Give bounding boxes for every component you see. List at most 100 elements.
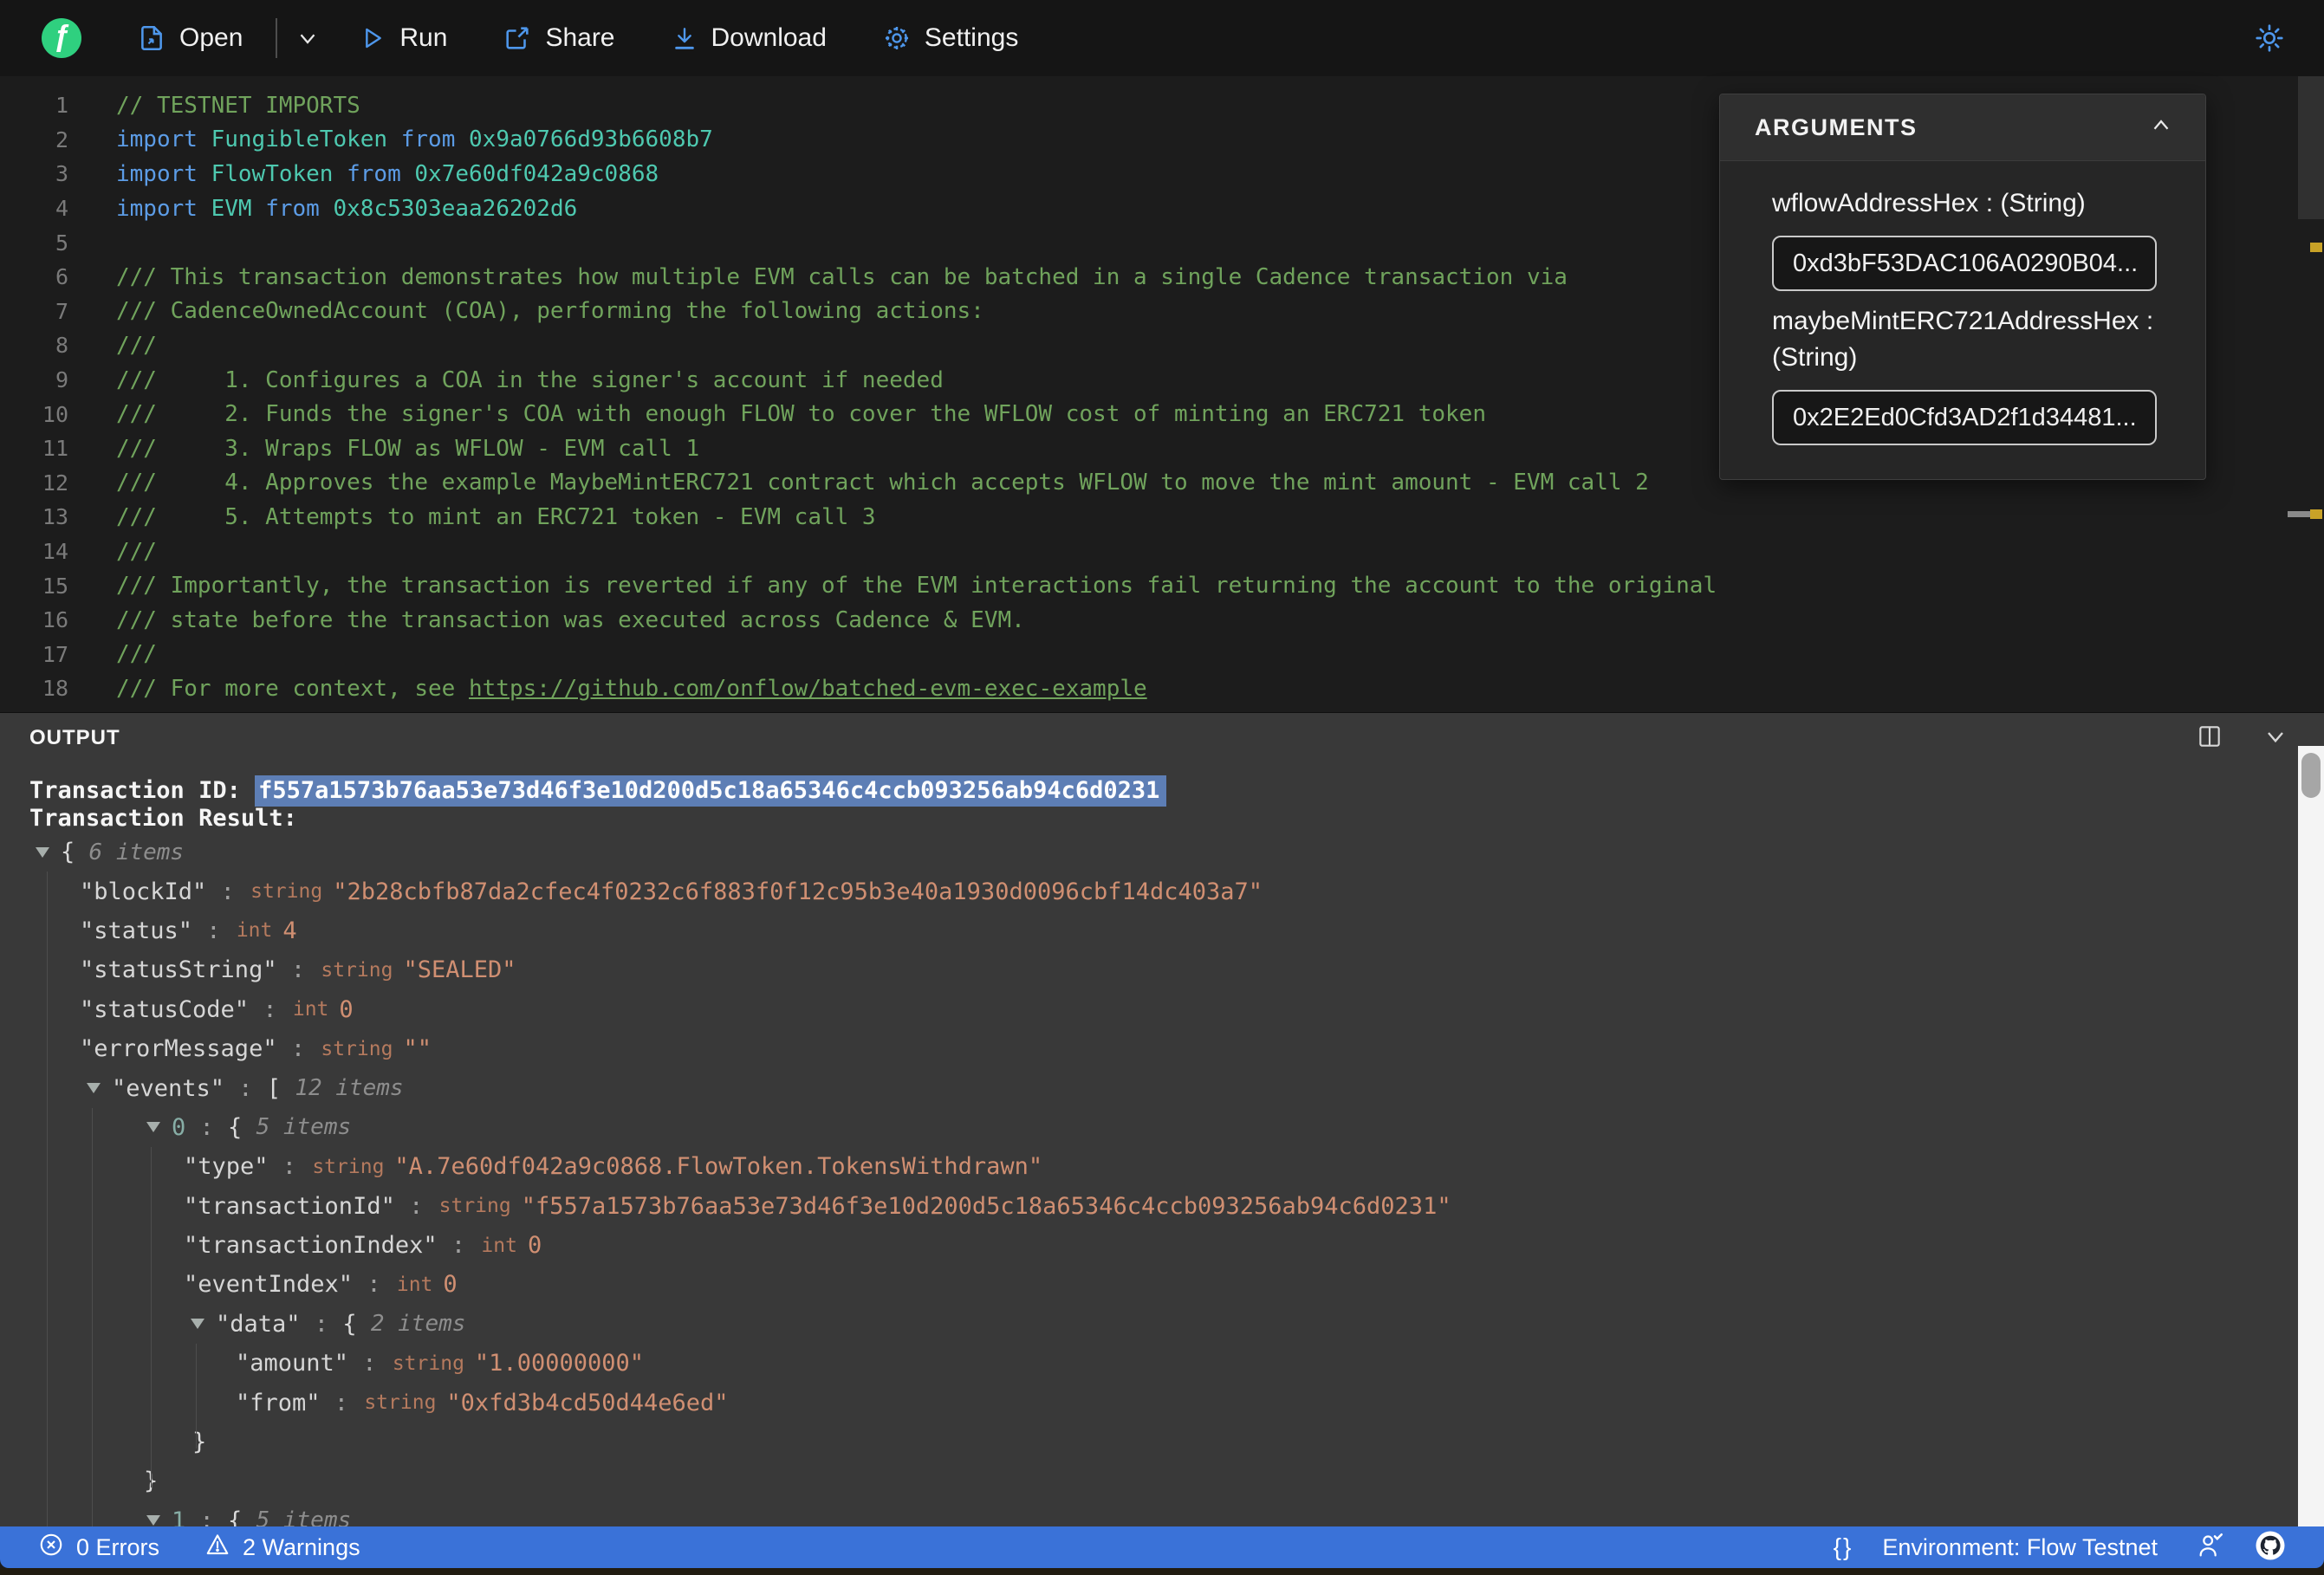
transaction-id-value-selected: f557a1573b76aa53e73d46f3e10d200d5c18a653…	[255, 775, 1167, 807]
line-number: 10	[42, 401, 68, 427]
editor-scrollbar-thumb[interactable]	[2298, 76, 2324, 219]
output-header: OUTPUT	[0, 713, 2324, 763]
download-button-label: Download	[711, 23, 827, 52]
flow-logo-glyph: ƒ	[53, 19, 70, 53]
code-link[interactable]: https://github.com/onflow/batched-evm-ex…	[469, 676, 1147, 702]
error-circle-icon	[38, 1532, 64, 1564]
code-line: 14 ///	[0, 535, 2324, 569]
run-button-label: Run	[399, 23, 448, 52]
output-chevron-down-icon[interactable]	[2262, 723, 2289, 755]
json-row: "events" : [ 12 items	[0, 1068, 2298, 1107]
json-row: }	[192, 1429, 207, 1456]
code-token: /// CadenceOwnedAccount (COA), performin…	[116, 298, 984, 325]
person-check-icon[interactable]	[2196, 1531, 2225, 1565]
maybe-mint-erc721-address-input[interactable]	[1772, 390, 2157, 445]
code-token: /// 5. Attempts to mint an ERC721 token …	[116, 503, 876, 530]
errors-count-label: 0 Errors	[76, 1533, 160, 1560]
settings-button-label: Settings	[924, 23, 1019, 52]
code-line: 16 /// state before the transaction was e…	[0, 603, 2324, 638]
indent-guide	[151, 1147, 152, 1488]
environment-status[interactable]: Environment: Flow Testnet	[1882, 1534, 2158, 1561]
collapse-chevron-up-icon[interactable]	[2148, 113, 2174, 143]
code-token: FlowToken	[211, 160, 334, 187]
indent-guide	[196, 1344, 197, 1449]
line-number: 1	[55, 93, 68, 119]
line-number: 16	[42, 607, 68, 633]
indent-guide	[92, 1108, 93, 1527]
warning-marker	[2310, 509, 2322, 519]
line-number: 18	[42, 676, 68, 702]
toolbar: ƒ Open Run Share Download Settings	[0, 0, 2324, 76]
json-row: "amount" : string "1.00000000"	[236, 1350, 644, 1377]
collapse-triangle-icon[interactable]	[146, 1515, 160, 1526]
warning-triangle-icon	[204, 1532, 230, 1564]
code-token: /// This transaction demonstrates how mu…	[116, 263, 1568, 290]
collapse-triangle-icon[interactable]	[36, 846, 49, 858]
open-file-icon	[137, 23, 166, 54]
json-row: 0 : { 5 items	[0, 1108, 2298, 1147]
json-row: "transactionIndex" : int 0	[184, 1232, 542, 1260]
code-token: /// Importantly, the transaction is reve…	[116, 573, 1717, 600]
code-token: /// state before the transaction was exe…	[116, 606, 1025, 633]
code-token: ///	[116, 332, 157, 359]
code-token: from	[347, 160, 401, 187]
github-icon[interactable]	[2255, 1530, 2286, 1565]
code-token: EVM	[211, 195, 252, 222]
indent-guide	[47, 872, 48, 1527]
theme-toggle-sun-icon[interactable]	[2253, 22, 2286, 55]
line-number: 15	[42, 573, 68, 599]
braces-icon: {}	[1833, 1533, 1853, 1560]
share-icon	[503, 23, 532, 53]
json-row: { 6 items	[0, 833, 2298, 872]
open-button[interactable]: Open	[137, 23, 243, 54]
code-token: 0x7e60df042a9c0868	[414, 160, 659, 187]
collapse-triangle-icon[interactable]	[87, 1083, 101, 1094]
line-number: 4	[55, 196, 68, 222]
run-button[interactable]: Run	[359, 23, 447, 53]
wflow-address-input[interactable]	[1772, 236, 2157, 291]
flow-logo[interactable]: ƒ	[42, 18, 81, 58]
code-line: 15 /// Importantly, the transaction is re…	[0, 568, 2324, 603]
share-button[interactable]: Share	[503, 23, 615, 53]
code-token: from	[265, 195, 320, 222]
errors-status[interactable]: 0 Errors	[38, 1532, 159, 1564]
collapse-triangle-icon[interactable]	[146, 1122, 160, 1133]
output-panel: OUTPUT Transaction ID: f557a1573b76aa53e…	[0, 712, 2324, 1527]
json-result-tree: { 6 items "blockId" : string "2b28cbfb87da…	[0, 833, 2298, 1527]
json-row: 1 : { 5 items	[0, 1501, 2298, 1527]
code-token: /// 2. Funds the signer's COA with enoug…	[116, 401, 1486, 428]
json-row: "errorMessage" : string ""	[80, 1035, 432, 1063]
json-row: }	[0, 1462, 2298, 1500]
json-row: "data" : { 2 items	[0, 1305, 2298, 1344]
warnings-status[interactable]: 2 Warnings	[204, 1532, 360, 1564]
environment-label: Environment: Flow Testnet	[1882, 1533, 2158, 1560]
output-scrollbar-thumb[interactable]	[2301, 753, 2321, 798]
split-panel-icon[interactable]	[2196, 723, 2223, 755]
download-button[interactable]: Download	[671, 23, 827, 53]
output-content: Transaction ID: f557a1573b76aa53e73d46f3…	[0, 763, 2298, 1527]
transaction-id-line: Transaction ID: f557a1573b76aa53e73d46f3…	[0, 775, 2298, 807]
download-icon	[671, 23, 698, 53]
collapse-triangle-icon[interactable]	[191, 1319, 204, 1330]
line-number: 12	[42, 470, 68, 496]
arguments-panel-header[interactable]: ARGUMENTS	[1720, 94, 2205, 161]
arguments-body: wflowAddressHex : (String) maybeMintERC7…	[1720, 161, 2205, 445]
code-token: import	[116, 126, 198, 153]
settings-button[interactable]: Settings	[882, 23, 1018, 53]
open-dropdown-chevron-icon[interactable]	[295, 25, 321, 51]
code-line: 17 ///	[0, 638, 2324, 672]
output-scrollbar-track[interactable]	[2298, 746, 2324, 1527]
code-token: 0x8c5303eaa26202d6	[333, 195, 578, 222]
arguments-title: ARGUMENTS	[1755, 113, 1918, 140]
warnings-count-label: 2 Warnings	[243, 1533, 360, 1560]
code-token: ///	[116, 538, 157, 565]
line-number: 5	[55, 230, 68, 256]
settings-gear-icon	[882, 23, 912, 53]
